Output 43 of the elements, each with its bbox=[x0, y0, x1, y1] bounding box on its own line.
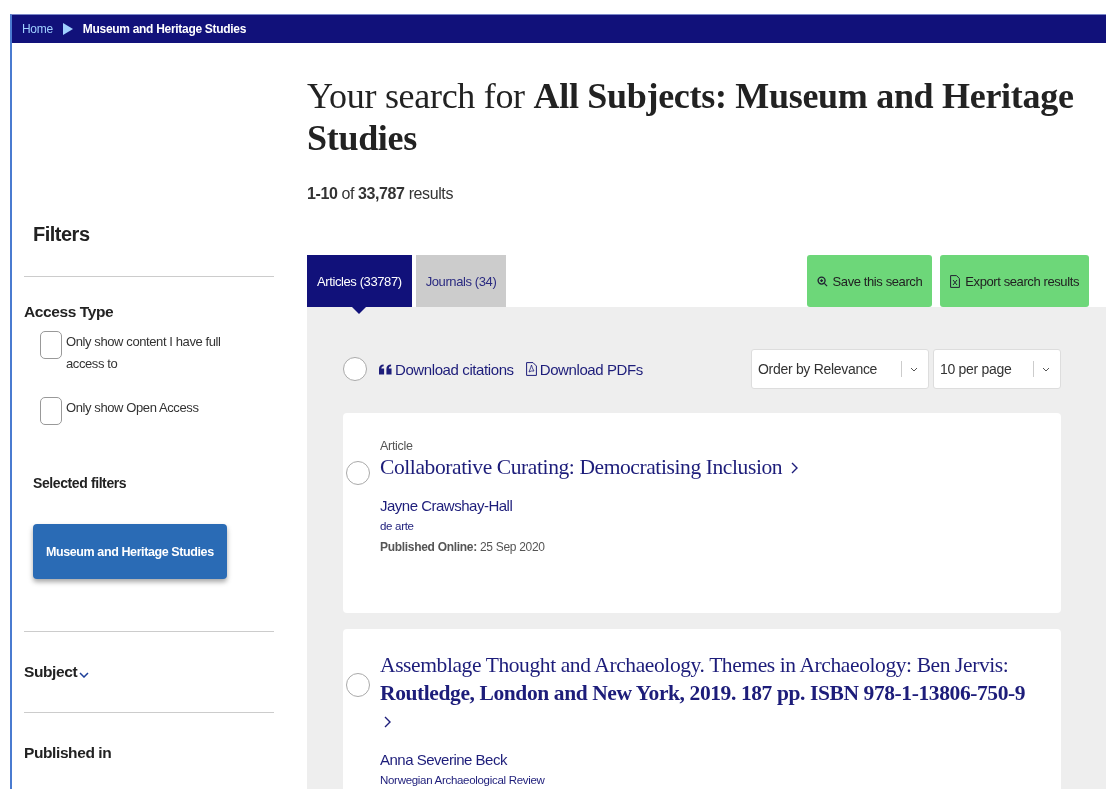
search-title: Your search for All Subjects: Museum and Heritage Studies bbox=[307, 75, 1075, 159]
select-checkbox[interactable] bbox=[346, 673, 370, 697]
author-link[interactable]: Jayne Crawshay-Hall bbox=[380, 497, 1041, 514]
author-link[interactable]: Anna Severine Beck bbox=[380, 751, 1041, 768]
spreadsheet-file-icon bbox=[950, 274, 961, 288]
checkbox[interactable] bbox=[40, 331, 62, 359]
select-all-checkbox[interactable] bbox=[343, 357, 367, 381]
result-title-link[interactable]: Collaborative Curating: Democratising Inclusion bbox=[380, 453, 1041, 481]
checkbox-label: Only show content I have full access to bbox=[66, 333, 222, 373]
quote-icon bbox=[379, 363, 392, 375]
breadcrumb-link[interactable]: Home bbox=[22, 22, 53, 36]
selected-filters-heading: Selected filters bbox=[33, 475, 128, 491]
results-count: 1-10 of 33,787 results bbox=[307, 185, 454, 203]
published-date: Published Online: 25 Sep 2020 bbox=[380, 540, 546, 554]
select-checkbox[interactable] bbox=[346, 461, 370, 485]
access-type-heading: Access Type bbox=[24, 303, 115, 321]
chevron-right-icon bbox=[384, 716, 391, 728]
chevron-down-icon bbox=[1042, 366, 1050, 372]
download-link[interactable]: Download PDFs bbox=[525, 360, 643, 378]
breadcrumb-link[interactable]: Museum and Heritage Studies bbox=[82, 22, 247, 36]
chevron-right-icon bbox=[791, 462, 799, 474]
tab[interactable]: Articles (33787) bbox=[307, 255, 412, 307]
action-button[interactable]: Save this search bbox=[806, 255, 933, 307]
facet-heading[interactable]: Published in bbox=[24, 744, 112, 762]
download-link[interactable]: Download citations bbox=[379, 360, 514, 378]
tab-pointer-icon bbox=[352, 307, 367, 314]
search-icon bbox=[816, 275, 828, 287]
journal-link[interactable]: de arte bbox=[380, 520, 1041, 532]
filter-chip[interactable]: Museum and Heritage Studies bbox=[33, 524, 227, 579]
pdf-file-icon bbox=[525, 362, 537, 376]
dropdown[interactable]: 10 per page bbox=[933, 349, 1061, 389]
filters-heading: Filters bbox=[33, 223, 91, 246]
triangle-icon bbox=[62, 23, 73, 35]
chevron-down-icon bbox=[910, 366, 918, 372]
tab[interactable]: Journals (34) bbox=[415, 255, 507, 307]
checkbox[interactable] bbox=[40, 397, 62, 425]
dropdown[interactable]: Order by Relevance bbox=[751, 349, 929, 389]
checkbox-label: Only show Open Access bbox=[66, 399, 200, 417]
content-type: Article bbox=[380, 439, 414, 453]
action-button[interactable]: Export search results bbox=[940, 255, 1089, 307]
facet-heading[interactable]: Subject bbox=[24, 663, 78, 681]
result-title-link[interactable]: Assemblage Thought and Archaeology. Themes in Archaeology: Ben Jervis: Routledge, London and New York, 2019. 187 pp. ISBN 978-1-13806-750-9 bbox=[380, 651, 1041, 735]
journal-link[interactable]: Norwegian Archaeological Review bbox=[380, 774, 1041, 786]
